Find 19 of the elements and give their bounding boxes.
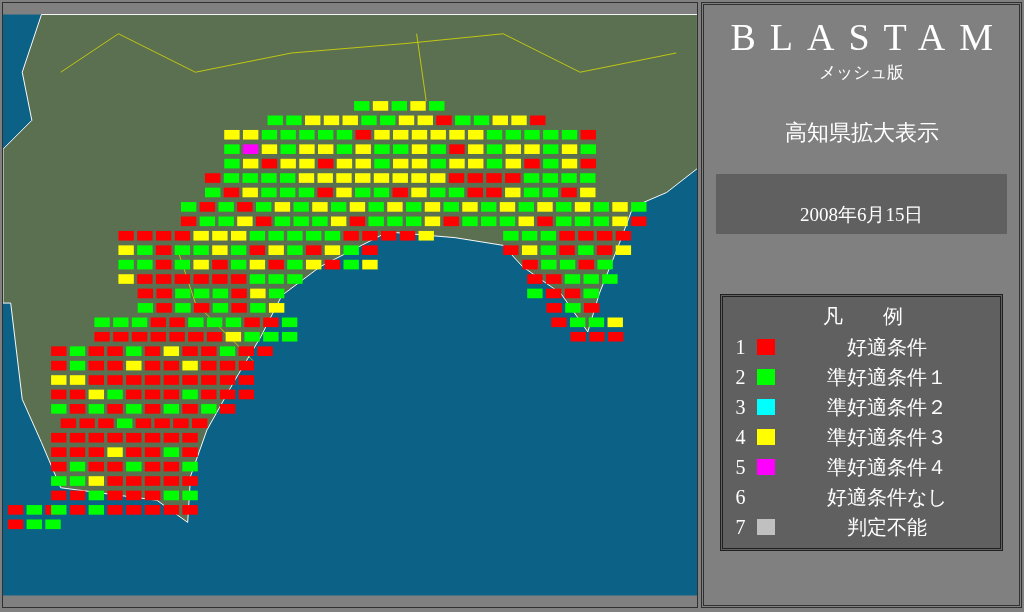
legend-label: 準好適条件３ [825, 424, 948, 450]
legend-label: 準好適条件１ [825, 364, 948, 390]
legend-number: 2 [735, 365, 747, 389]
legend-label: 準好適条件４ [825, 454, 948, 480]
legend-number: 5 [735, 455, 747, 479]
legend-number: 3 [735, 395, 747, 419]
legend-label: 好適条件 [845, 334, 928, 360]
legend-label: 好適条件なし [825, 484, 948, 510]
view-title: 高知県拡大表示 [784, 119, 939, 147]
legend-number: 7 [735, 515, 747, 539]
legend-label: 判定不能 [845, 514, 928, 540]
app-subtitle: メッシュ版 [819, 62, 905, 84]
legend-number: 1 [735, 335, 747, 359]
legend-number: 4 [735, 425, 747, 449]
legend-number: 6 [735, 485, 747, 509]
date-display: 2008年6月15日 [716, 174, 1007, 234]
legend-label: 準好適条件２ [825, 394, 948, 420]
app-title: BLASTAM [730, 15, 1007, 59]
legend-title: 凡 例 [821, 304, 904, 329]
